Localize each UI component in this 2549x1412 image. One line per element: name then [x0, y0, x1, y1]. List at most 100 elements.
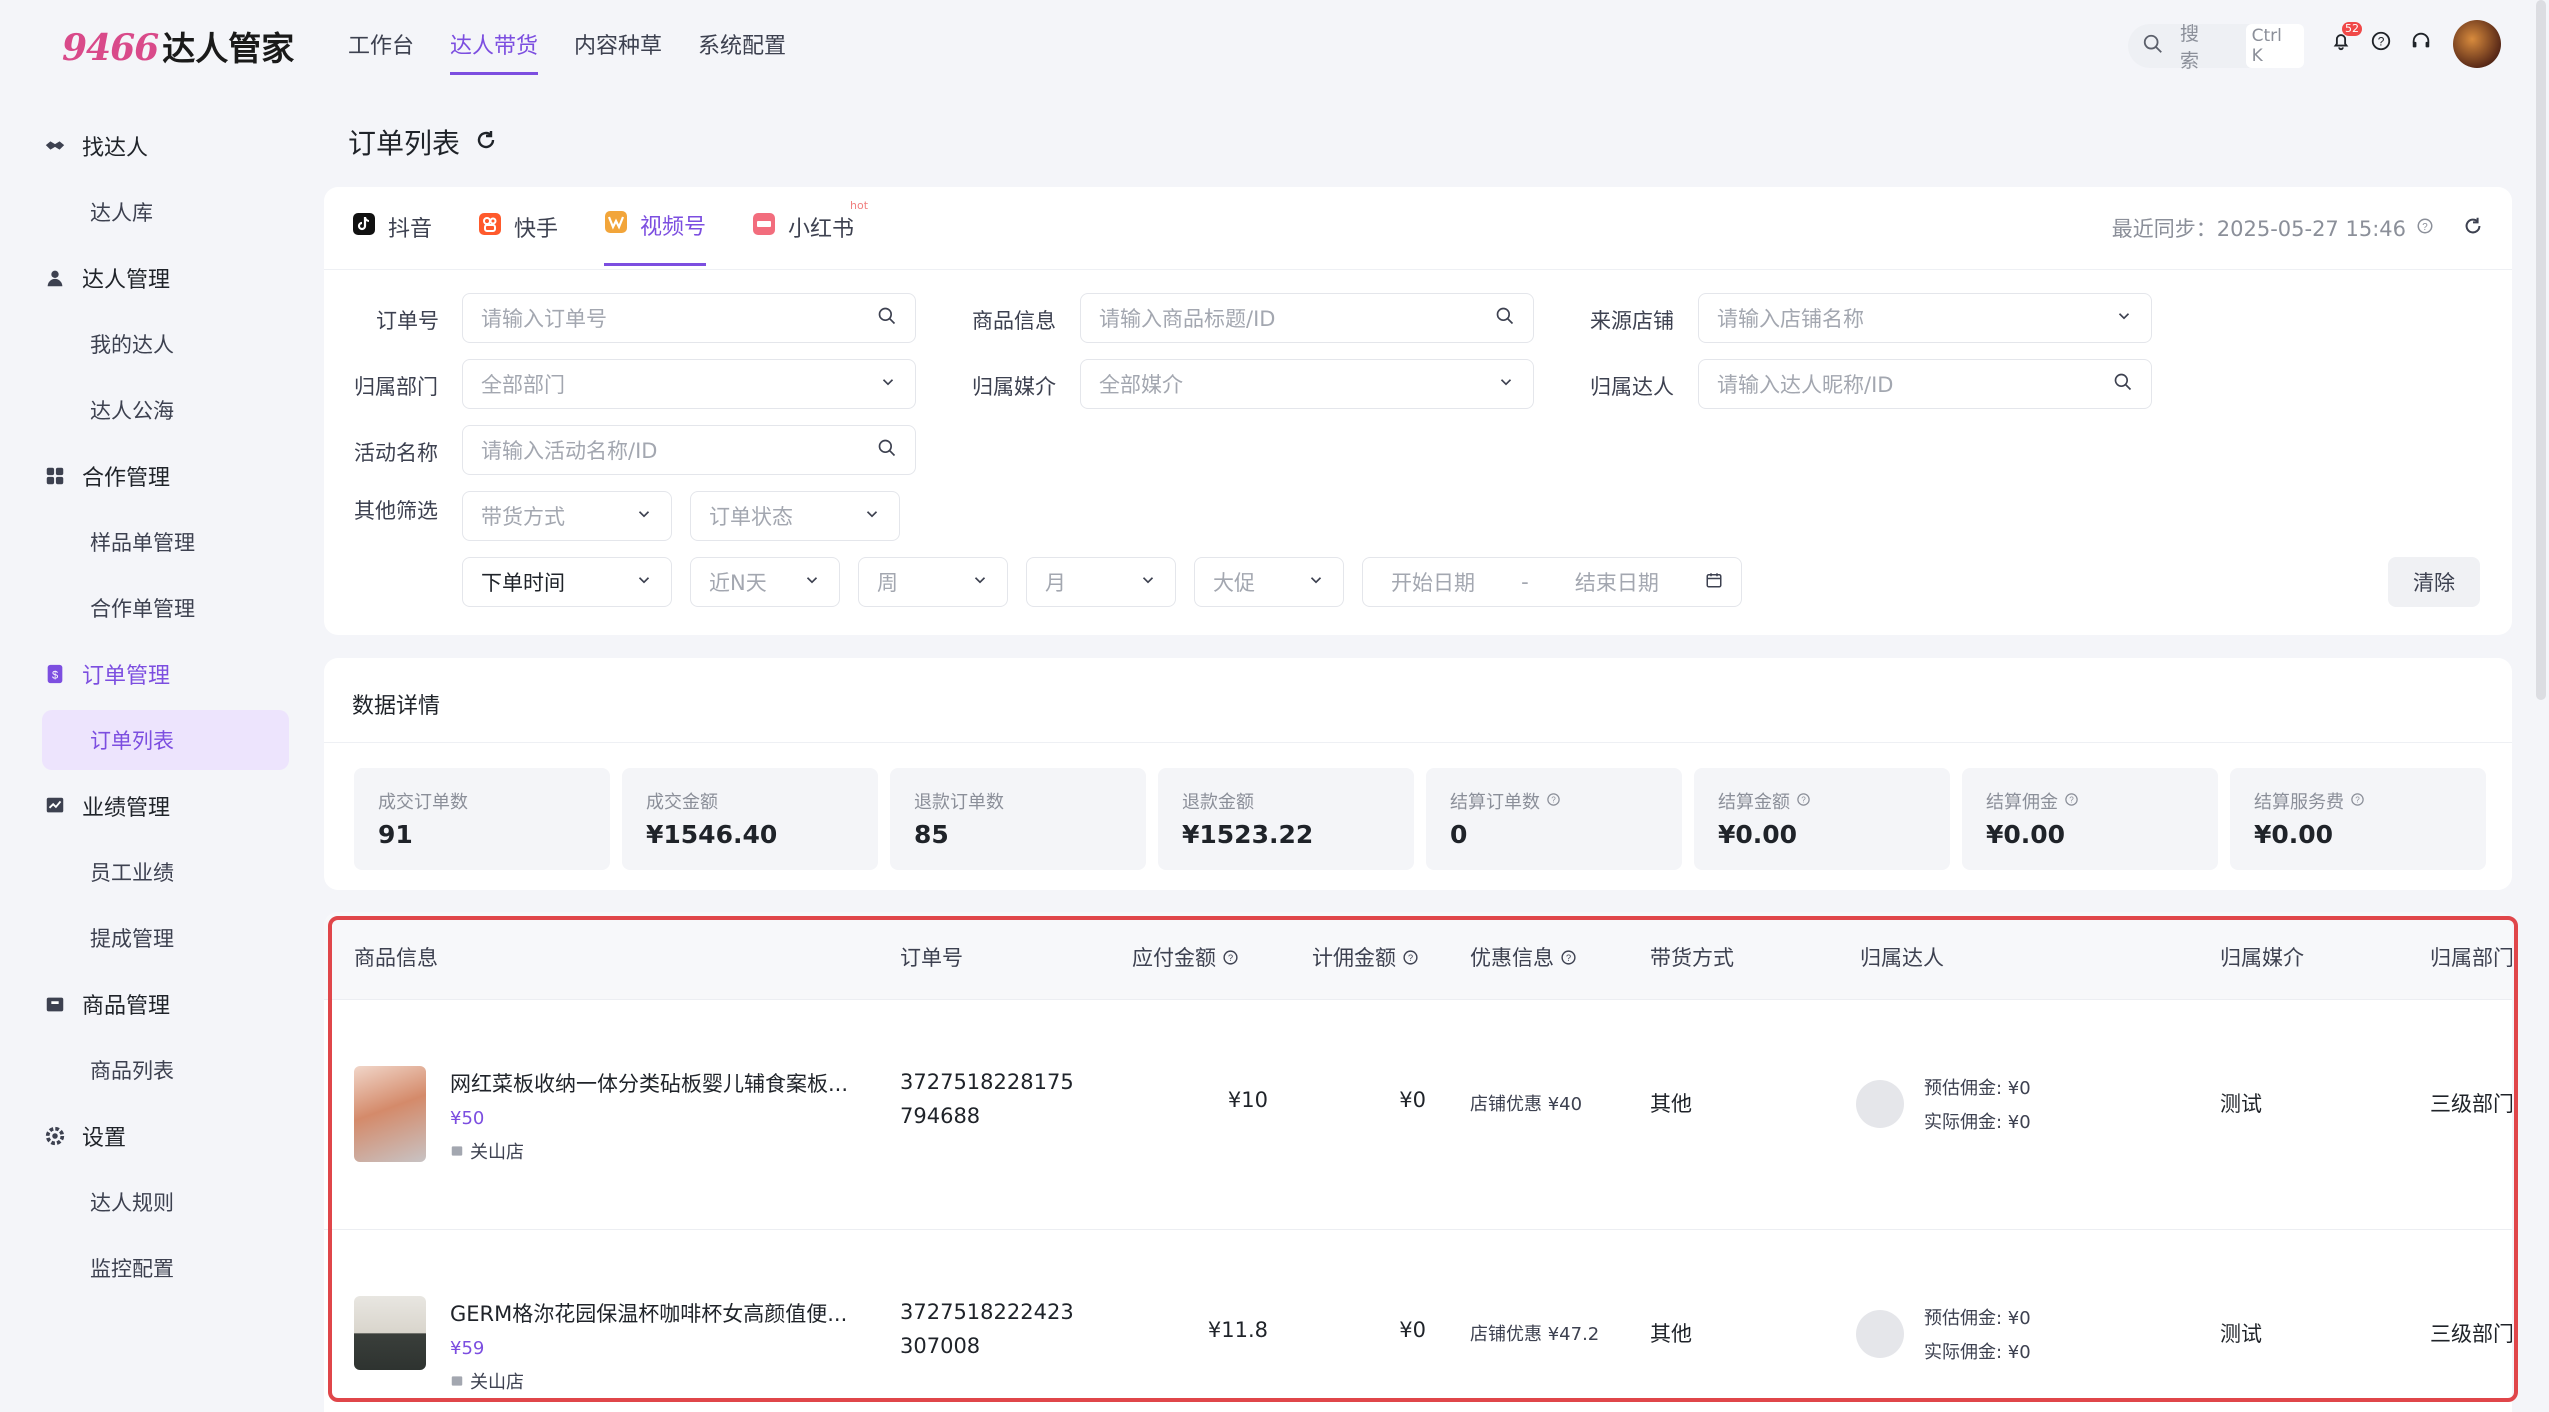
chevron-down-icon: [1307, 570, 1325, 594]
help-icon[interactable]: ?: [2064, 791, 2079, 812]
media-select[interactable]: 全部媒介: [1080, 359, 1534, 409]
search-icon: [2142, 33, 2164, 60]
shop-placeholder: 请输入店铺名称: [1717, 307, 1864, 331]
tab-kuaishou[interactable]: 快手: [478, 209, 558, 266]
activity-label: 活动名称: [354, 441, 438, 465]
svg-text:?: ?: [1228, 953, 1233, 963]
tab-shipinhao[interactable]: 视频号: [604, 209, 707, 266]
sidebar-item-order-list[interactable]: 订单列表: [42, 710, 289, 770]
nav-system-config[interactable]: 系统配置: [698, 28, 786, 75]
sidebar-item-talent-rules[interactable]: 达人规则: [42, 1172, 289, 1232]
sidebar-group-performance[interactable]: 业绩管理: [42, 776, 289, 836]
page-scrollbar[interactable]: [2536, 0, 2546, 700]
global-search[interactable]: 搜索 Ctrl K: [2128, 23, 2304, 72]
nav-content[interactable]: 内容种草: [574, 28, 662, 75]
recent-days-select[interactable]: 近N天: [690, 557, 840, 607]
help-icon[interactable]: ?: [1402, 949, 1419, 966]
help-icon[interactable]: ?: [2350, 791, 2365, 812]
payable-amount: ¥11.8: [1207, 1318, 1268, 1342]
sidebar-group-find-talent[interactable]: 找达人: [42, 116, 289, 176]
table-row[interactable]: 网红菜板收纳一体分类砧板婴儿辅食案板... ¥50 关山店 3727518228…: [324, 1000, 2512, 1230]
sidebar-item-talent-library[interactable]: 达人库: [42, 182, 289, 242]
bell-icon[interactable]: 52: [2328, 22, 2362, 54]
talent-avatar[interactable]: [1856, 1080, 1904, 1128]
start-date-input[interactable]: 开始日期: [1391, 567, 1475, 597]
user-avatar[interactable]: [2453, 20, 2501, 68]
product-shop: 关山店: [450, 1138, 524, 1164]
sync-label: 最近同步：2025-05-27 15:46: [2111, 217, 2406, 241]
product-label: 商品信息: [972, 309, 1056, 333]
xiaohongshu-icon: [752, 212, 776, 242]
clear-button[interactable]: 清除: [2388, 557, 2480, 607]
tab-douyin[interactable]: 抖音: [352, 209, 432, 266]
sidebar-group-cooperation[interactable]: 合作管理: [42, 446, 289, 506]
order-icon: $: [42, 661, 68, 687]
order-no-input[interactable]: 请输入订单号: [462, 293, 916, 343]
dept-select[interactable]: 全部部门: [462, 359, 916, 409]
sidebar-item-sample-orders[interactable]: 样品单管理: [42, 512, 289, 572]
sidebar-item-commission[interactable]: 提成管理: [42, 908, 289, 968]
sidebar-item-staff-performance[interactable]: 员工业绩: [42, 842, 289, 902]
sidebar-group-orders[interactable]: $ 订单管理: [42, 644, 289, 704]
sidebar-group-talent-manage[interactable]: 达人管理: [42, 248, 289, 308]
page-title: 订单列表: [348, 122, 498, 162]
tab-xiaohongshu[interactable]: 小红书 hot: [752, 199, 868, 266]
svg-text:?: ?: [2422, 222, 2428, 233]
product-input[interactable]: 请输入商品标题/ID: [1080, 293, 1534, 343]
help-icon[interactable]: ?: [1560, 949, 1577, 966]
time-type-select[interactable]: 下单时间: [462, 557, 672, 607]
tab-label: 快手: [514, 216, 559, 242]
shop-select[interactable]: 请输入店铺名称: [1698, 293, 2152, 343]
refresh-icon[interactable]: [474, 126, 498, 159]
product-thumbnail[interactable]: [354, 1296, 426, 1370]
order-no-placeholder: 请输入订单号: [481, 307, 607, 331]
end-date-input[interactable]: 结束日期: [1575, 567, 1659, 597]
recent-days-placeholder: 近N天: [709, 571, 767, 595]
help-icon[interactable]: ?: [1796, 791, 1811, 812]
logo[interactable]: 9466 达人管家: [62, 22, 294, 70]
nav-talent-sales[interactable]: 达人带货: [450, 28, 539, 75]
svg-text:?: ?: [2069, 795, 2074, 804]
dept-placeholder: 全部部门: [481, 373, 565, 397]
sidebar-item-monitor-config[interactable]: 监控配置: [42, 1238, 289, 1298]
sidebar-item-product-list[interactable]: 商品列表: [42, 1040, 289, 1100]
order-status-select[interactable]: 订单状态: [690, 491, 900, 541]
stats-divider: [324, 742, 2512, 743]
week-select[interactable]: 周: [858, 557, 1008, 607]
help-icon[interactable]: ?: [1546, 791, 1561, 812]
actual-commission: 实际佣金: ¥0: [1924, 1112, 2031, 1133]
tab-label: 视频号: [640, 215, 707, 240]
help-icon[interactable]: ?: [2416, 216, 2434, 240]
sell-mode-select[interactable]: 带货方式: [462, 491, 672, 541]
stat-deal-amount: 成交金额 ¥1546.40: [622, 768, 878, 870]
talent-avatar[interactable]: [1856, 1310, 1904, 1358]
dept-label: 归属部门: [354, 375, 438, 399]
help-icon[interactable]: ?: [1222, 949, 1239, 966]
product-name[interactable]: GERM格沵花园保温杯咖啡杯女高颜值便...: [450, 1298, 850, 1328]
discount-info: 店铺优惠 ¥40: [1470, 1094, 1583, 1115]
month-select[interactable]: 月: [1026, 557, 1176, 607]
product-name[interactable]: 网红菜板收纳一体分类砧板婴儿辅食案板...: [450, 1068, 850, 1098]
activity-input[interactable]: 请输入活动名称/ID: [462, 425, 916, 475]
headset-icon[interactable]: [2408, 28, 2434, 54]
sidebar-item-coop-orders[interactable]: 合作单管理: [42, 578, 289, 638]
sync-icon[interactable]: [2462, 215, 2484, 242]
sidebar-item-my-talents[interactable]: 我的达人: [42, 314, 289, 374]
th-label: 应付金额: [1132, 946, 1216, 970]
discount-info: 店铺优惠 ¥47.2: [1470, 1324, 1600, 1345]
promo-select[interactable]: 大促: [1194, 557, 1344, 607]
sidebar-group-settings[interactable]: 设置: [42, 1106, 289, 1166]
stat-settled-amount: 结算金额 ? ¥0.00: [1694, 768, 1950, 870]
nav-workbench[interactable]: 工作台: [348, 28, 414, 75]
sidebar-item-talent-pool[interactable]: 达人公海: [42, 380, 289, 440]
table-row[interactable]: GERM格沵花园保温杯咖啡杯女高颜值便... ¥59 关山店 372751822…: [324, 1230, 2512, 1412]
help-icon[interactable]: ?: [2368, 28, 2394, 54]
stat-value: 85: [914, 820, 949, 849]
product-thumbnail[interactable]: [354, 1066, 426, 1162]
stat-settled-service-fee: 结算服务费 ? ¥0.00: [2230, 768, 2486, 870]
date-range-picker[interactable]: 开始日期 - 结束日期: [1362, 557, 1742, 607]
sidebar-group-products[interactable]: 商品管理: [42, 974, 289, 1034]
stat-value: ¥1546.40: [646, 820, 778, 849]
commission-base-amount: ¥0: [1399, 1318, 1426, 1342]
talent-input[interactable]: 请输入达人昵称/ID: [1698, 359, 2152, 409]
